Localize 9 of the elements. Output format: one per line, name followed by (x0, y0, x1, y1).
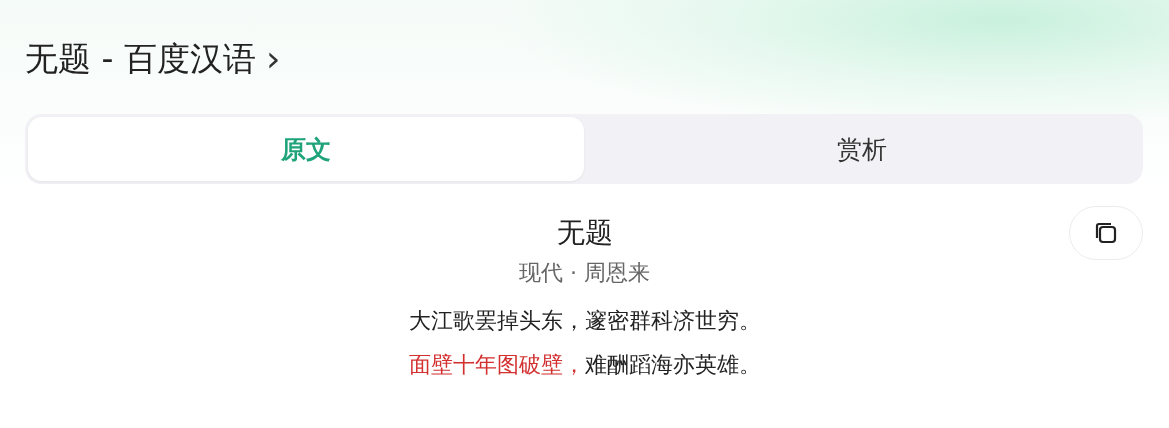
tab[interactable]: 赏析 (584, 117, 1140, 181)
copy-button[interactable] (1069, 206, 1143, 260)
poem-line: 面壁十年图破壁，难酬蹈海亦英雄。 (408, 351, 761, 379)
poem-author: 现代 · 周恩来 (519, 259, 650, 287)
copy-icon (1093, 220, 1119, 246)
poem-line: 大江歌罢掉头东，邃密群科济世穷。 (408, 307, 761, 335)
chevron-icon[interactable]: › (265, 41, 281, 77)
poem-title: 无题 (556, 215, 613, 251)
page-title[interactable]: 无题 - 百度汉语 (25, 36, 256, 82)
